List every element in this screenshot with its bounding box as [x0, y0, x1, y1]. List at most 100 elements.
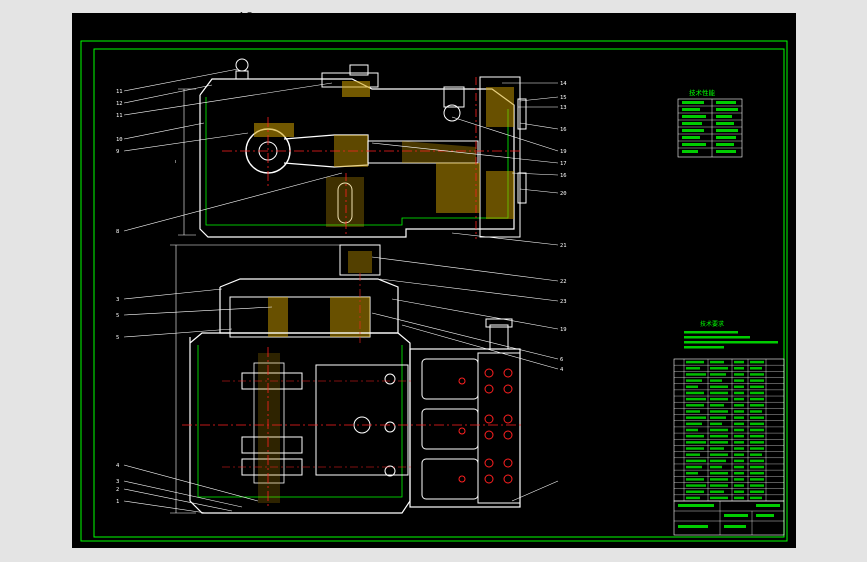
parts-cell-text — [734, 453, 744, 456]
parts-cell-text — [734, 410, 744, 413]
parts-cell-text — [710, 379, 722, 382]
callout-6: 6 — [560, 357, 563, 363]
parts-cell-text — [686, 360, 704, 364]
callout-13: 13 — [560, 105, 567, 111]
parts-cell-text — [686, 397, 706, 401]
callout-20: 20 — [560, 191, 567, 197]
parts-cell-text — [710, 471, 728, 475]
parts-cell-text — [750, 416, 764, 419]
assembly-drawing: … 11 12 11 10 9 8 14 15 13 16 19 17 16 2… — [80, 40, 788, 542]
parts-cell-text — [710, 465, 722, 469]
callout-10: 10 — [116, 137, 123, 143]
parts-cell-text — [750, 453, 762, 456]
parts-cell-text — [750, 471, 764, 475]
parts-cell-text — [734, 422, 744, 426]
parts-cell-text — [750, 422, 764, 426]
parts-list — [673, 358, 785, 502]
parts-cell-text — [686, 367, 700, 370]
parts-cell-text — [710, 416, 726, 419]
parts-cell-text — [686, 484, 706, 487]
callout-4: 4 — [116, 463, 120, 469]
parts-cell-text — [734, 478, 744, 481]
parts-cell-text — [750, 478, 764, 481]
parts-cell-text — [734, 471, 744, 475]
parts-cell-text — [710, 410, 728, 413]
parts-cell-text — [686, 410, 700, 413]
bottom-plan-view — [170, 244, 522, 514]
parts-cell-text — [734, 397, 744, 401]
tech-table-title: 技术性能 — [689, 88, 716, 97]
parts-cell-text — [710, 385, 728, 389]
parts-cell-text — [750, 447, 764, 450]
parts-cell-text — [686, 428, 698, 432]
technical-requirements: 技术要求 — [684, 320, 778, 349]
top-section-view: … — [172, 58, 527, 239]
callout-9: 9 — [116, 149, 119, 155]
parts-cell-text — [710, 459, 726, 463]
parts-cell-text — [710, 422, 722, 426]
callout-16b: 16 — [560, 173, 567, 179]
parts-cell-text — [750, 441, 764, 444]
parts-cell-text — [750, 385, 764, 389]
parts-cell-text — [686, 416, 706, 419]
callout-15: 15 — [560, 95, 567, 101]
callout-21: 21 — [560, 243, 567, 249]
parts-cell-text — [734, 447, 744, 450]
callout-3a: 3 — [116, 297, 119, 303]
callout-8: 8 — [116, 229, 119, 235]
parts-cell-text — [710, 434, 728, 438]
parts-cell-text — [710, 360, 724, 364]
parts-cell-text — [686, 434, 704, 438]
parts-cell-text — [734, 360, 744, 364]
callout-23: 23 — [560, 299, 567, 305]
parts-cell-text — [710, 441, 728, 444]
parts-cell-text — [734, 416, 744, 419]
parts-cell-text — [750, 459, 764, 463]
parts-cell-text — [686, 490, 704, 493]
parts-cell-text — [750, 484, 764, 487]
parts-cell-text — [750, 360, 764, 364]
callout-16a: 16 — [560, 127, 567, 133]
parts-cell-text — [750, 410, 762, 413]
callout-1: 1 — [116, 499, 119, 505]
parts-cell-text — [710, 447, 724, 450]
parts-cell-text — [710, 404, 724, 407]
parts-cell-text — [710, 367, 728, 370]
callout-22: 22 — [560, 279, 567, 285]
parts-cell-text — [734, 391, 744, 395]
parts-cell-text — [750, 391, 764, 395]
parts-cell-text — [734, 434, 744, 438]
parts-cell-text — [734, 373, 744, 376]
parts-cell-text — [750, 373, 764, 376]
parts-cell-text — [750, 404, 764, 407]
drawing-canvas[interactable]: … 11 12 11 10 9 8 14 15 13 16 19 17 16 2… — [72, 13, 796, 548]
parts-cell-text — [750, 496, 762, 500]
callout-19b: 19 — [560, 327, 567, 333]
parts-cell-text — [734, 428, 744, 432]
parts-cell-text — [734, 496, 744, 500]
parts-cell-text — [686, 373, 706, 376]
parts-cell-text — [710, 496, 728, 500]
svg-text:…: … — [172, 160, 178, 163]
parts-cell-text — [686, 391, 704, 395]
parts-cell-text — [734, 490, 744, 493]
parts-cell-text — [750, 490, 764, 493]
parts-cell-text — [734, 459, 744, 463]
parts-cell-text — [686, 385, 698, 389]
parts-cell-text — [710, 391, 728, 395]
callout-11b: 11 — [116, 113, 123, 119]
parts-cell-text — [686, 404, 704, 407]
callout-11a: 11 — [116, 89, 123, 95]
callout-3b: 3 — [116, 479, 119, 485]
parts-cell-text — [710, 453, 728, 456]
parts-cell-text — [686, 496, 700, 500]
parts-cell-text — [686, 422, 702, 426]
callout-17: 17 — [560, 161, 567, 167]
callout-5b: 5 — [116, 335, 119, 341]
parts-cell-text — [710, 373, 726, 376]
outer-frame — [80, 40, 788, 542]
parts-cell-text — [686, 465, 702, 469]
callout-5a: 5 — [116, 313, 119, 319]
parts-cell-text — [686, 471, 698, 475]
parts-cell-text — [750, 367, 762, 370]
